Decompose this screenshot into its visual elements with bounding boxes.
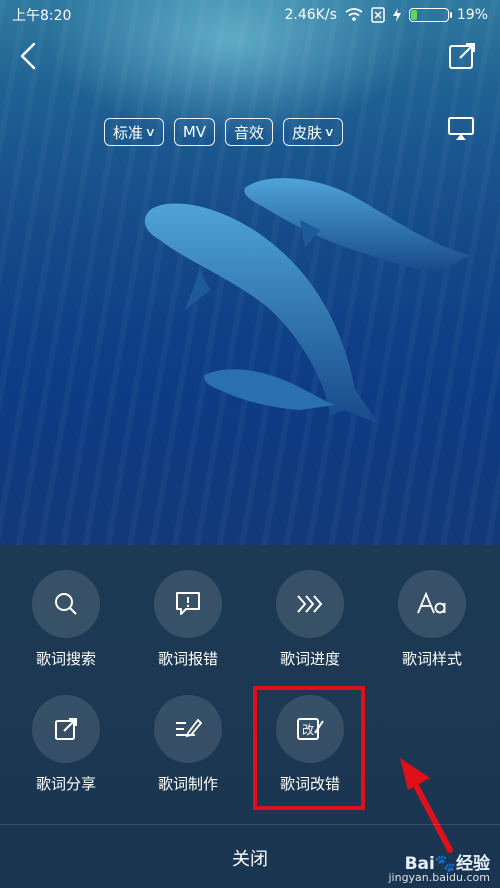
highlight-box xyxy=(253,686,365,810)
watermark-url: jingyan.baidu.com xyxy=(388,871,490,884)
font-style-icon xyxy=(417,591,446,614)
menu-item-lyrics-make[interactable]: 歌词制作 xyxy=(127,695,249,794)
menu-item-label: 歌词搜索 xyxy=(35,650,96,668)
menu-item-lyrics-style[interactable]: 歌词样式 xyxy=(371,570,493,669)
battery-icon xyxy=(408,8,452,22)
divider xyxy=(0,824,500,825)
dolphins-illustration xyxy=(144,178,470,425)
chevron-down-icon: ∨ xyxy=(144,125,157,139)
share-icon[interactable] xyxy=(446,40,478,72)
menu-item-label: 歌词报错 xyxy=(157,650,218,668)
charging-icon xyxy=(392,8,401,22)
make-lyrics-icon xyxy=(176,718,203,738)
back-arrow-icon[interactable] xyxy=(14,40,46,72)
chip-standard[interactable]: 标准 ∨ xyxy=(104,118,164,146)
chip-mv[interactable]: MV xyxy=(173,118,216,146)
report-icon xyxy=(176,592,200,615)
sim-icon xyxy=(371,7,385,23)
watermark: Bai🐾经验 jingyan.baidu.com xyxy=(388,854,490,885)
progress-icon xyxy=(297,595,323,613)
mode-chips: 标准 ∨ MV 音效 皮肤 ∨ xyxy=(104,118,343,146)
wifi-icon xyxy=(345,8,363,21)
menu-item-lyrics-search[interactable]: 歌词搜索 xyxy=(5,570,127,669)
menu-item-label: 歌词制作 xyxy=(157,775,218,793)
watermark-brand: Bai🐾经验 xyxy=(404,854,490,874)
menu-item-lyrics-progress[interactable]: 歌词进度 xyxy=(249,570,371,669)
menu-item-label: 歌词进度 xyxy=(279,650,340,668)
menu-item-label: 歌词分享 xyxy=(35,775,96,793)
chip-sound-effect[interactable]: 音效 xyxy=(225,118,274,146)
chip-skin[interactable]: 皮肤 ∨ xyxy=(283,118,343,146)
share-icon xyxy=(55,718,77,740)
status-bar: 上午8:20 2.46K/s 19% xyxy=(0,0,500,30)
network-speed: 2.46K/s xyxy=(284,7,337,23)
menu-item-label: 歌词样式 xyxy=(401,650,462,668)
menu-item-lyrics-report[interactable]: 歌词报错 xyxy=(127,570,249,669)
airplay-icon[interactable] xyxy=(446,114,476,144)
search-icon xyxy=(55,593,77,615)
annotation-arrow xyxy=(400,758,453,853)
menu-item-lyrics-share[interactable]: 歌词分享 xyxy=(5,695,127,794)
chevron-down-icon: ∨ xyxy=(323,125,336,139)
battery-percent: 19% xyxy=(456,7,488,23)
status-time: 上午8:20 xyxy=(12,8,72,24)
